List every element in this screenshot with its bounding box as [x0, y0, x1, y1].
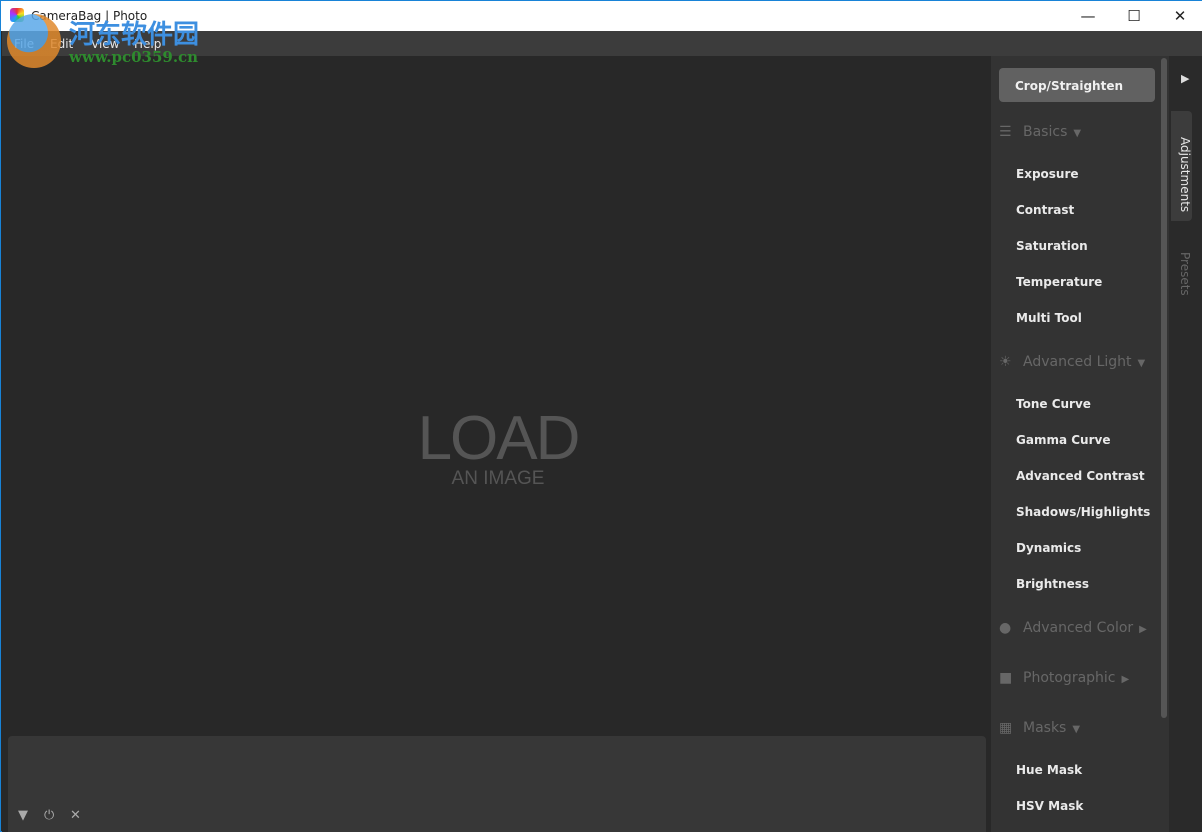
title-bar: CameraBag | Photo — ☐ ✕ — [1, 0, 1202, 31]
load-image-prompt[interactable]: LOAD AN IMAGE — [410, 404, 586, 490]
item-exposure[interactable]: Exposure — [1016, 167, 1079, 181]
menu-help[interactable]: Help — [134, 37, 161, 51]
section-masks[interactable]: ▦ Masks ▼ — [999, 720, 1080, 736]
section-label: Photographic — [1023, 670, 1116, 686]
app-window: CameraBag | Photo — ☐ ✕ File Edit View H… — [0, 0, 1202, 832]
item-gamma-curve[interactable]: Gamma Curve — [1016, 433, 1110, 447]
tab-presets[interactable]: Presets — [1171, 234, 1192, 314]
chevron-right-icon: ▶ — [1121, 674, 1130, 685]
load-title: LOAD — [417, 404, 581, 473]
collapse-panel-icon[interactable]: ▶ — [1181, 72, 1189, 85]
item-dynamics[interactable]: Dynamics — [1016, 541, 1081, 555]
item-brightness[interactable]: Brightness — [1016, 577, 1089, 591]
bottom-panel: ▼ ⏻ ✕ — [8, 736, 986, 832]
image-canvas[interactable]: LOAD AN IMAGE — [2, 56, 991, 832]
panel-scrollbar[interactable] — [1161, 58, 1167, 718]
item-saturation[interactable]: Saturation — [1016, 239, 1088, 253]
chevron-down-icon: ▼ — [1137, 358, 1146, 369]
app-icon — [10, 8, 24, 22]
item-hue-mask[interactable]: Hue Mask — [1016, 763, 1082, 777]
triangle-down-icon[interactable]: ▼ — [18, 808, 28, 823]
tab-adjustments[interactable]: Adjustments — [1171, 111, 1192, 221]
menu-bar: File Edit View Help — [2, 31, 1202, 56]
section-advanced-color[interactable]: ● Advanced Color ▶ — [999, 620, 1147, 636]
sun-icon: ☀ — [999, 354, 1012, 370]
minimize-button[interactable]: — — [1065, 1, 1111, 31]
section-label: Masks — [1023, 720, 1067, 736]
menu-view[interactable]: View — [91, 37, 119, 51]
section-basics[interactable]: ☰ Basics ▼ — [999, 124, 1081, 140]
item-shadows-highlights[interactable]: Shadows/Highlights — [1016, 505, 1150, 519]
crop-straighten-button[interactable]: Crop/Straighten — [999, 68, 1155, 102]
chevron-down-icon: ▼ — [1072, 724, 1081, 735]
item-temperature[interactable]: Temperature — [1016, 275, 1102, 289]
close-button[interactable]: ✕ — [1157, 1, 1202, 31]
close-icon[interactable]: ✕ — [70, 808, 81, 823]
sliders-icon: ☰ — [999, 124, 1012, 140]
item-advanced-contrast[interactable]: Advanced Contrast — [1016, 469, 1145, 483]
camera-icon: ■ — [999, 670, 1013, 686]
section-label: Advanced Color — [1023, 620, 1134, 636]
section-label: Advanced Light — [1023, 354, 1132, 370]
chevron-down-icon: ▼ — [1073, 128, 1082, 139]
window-title: CameraBag | Photo — [31, 9, 148, 23]
section-photographic[interactable]: ■ Photographic ▶ — [999, 670, 1129, 686]
item-contrast[interactable]: Contrast — [1016, 203, 1074, 217]
section-label: Basics — [1023, 124, 1068, 140]
item-hsv-mask[interactable]: HSV Mask — [1016, 799, 1083, 813]
adjustments-panel: Crop/Straighten ☰ Basics ▼ Exposure Contra… — [991, 56, 1169, 832]
side-tab-strip: ▶ Adjustments Presets — [1169, 56, 1202, 832]
item-tone-curve[interactable]: Tone Curve — [1016, 397, 1091, 411]
chevron-right-icon: ▶ — [1139, 624, 1147, 635]
maximize-button[interactable]: ☐ — [1111, 1, 1157, 31]
color-circles-icon: ● — [999, 620, 1012, 636]
checker-icon: ▦ — [999, 720, 1013, 736]
section-advanced-light[interactable]: ☀ Advanced Light ▼ — [999, 354, 1145, 370]
menu-edit[interactable]: Edit — [50, 37, 73, 51]
menu-file[interactable]: File — [14, 37, 34, 51]
item-multi-tool[interactable]: Multi Tool — [1016, 311, 1082, 325]
power-icon[interactable]: ⏻ — [44, 808, 54, 823]
